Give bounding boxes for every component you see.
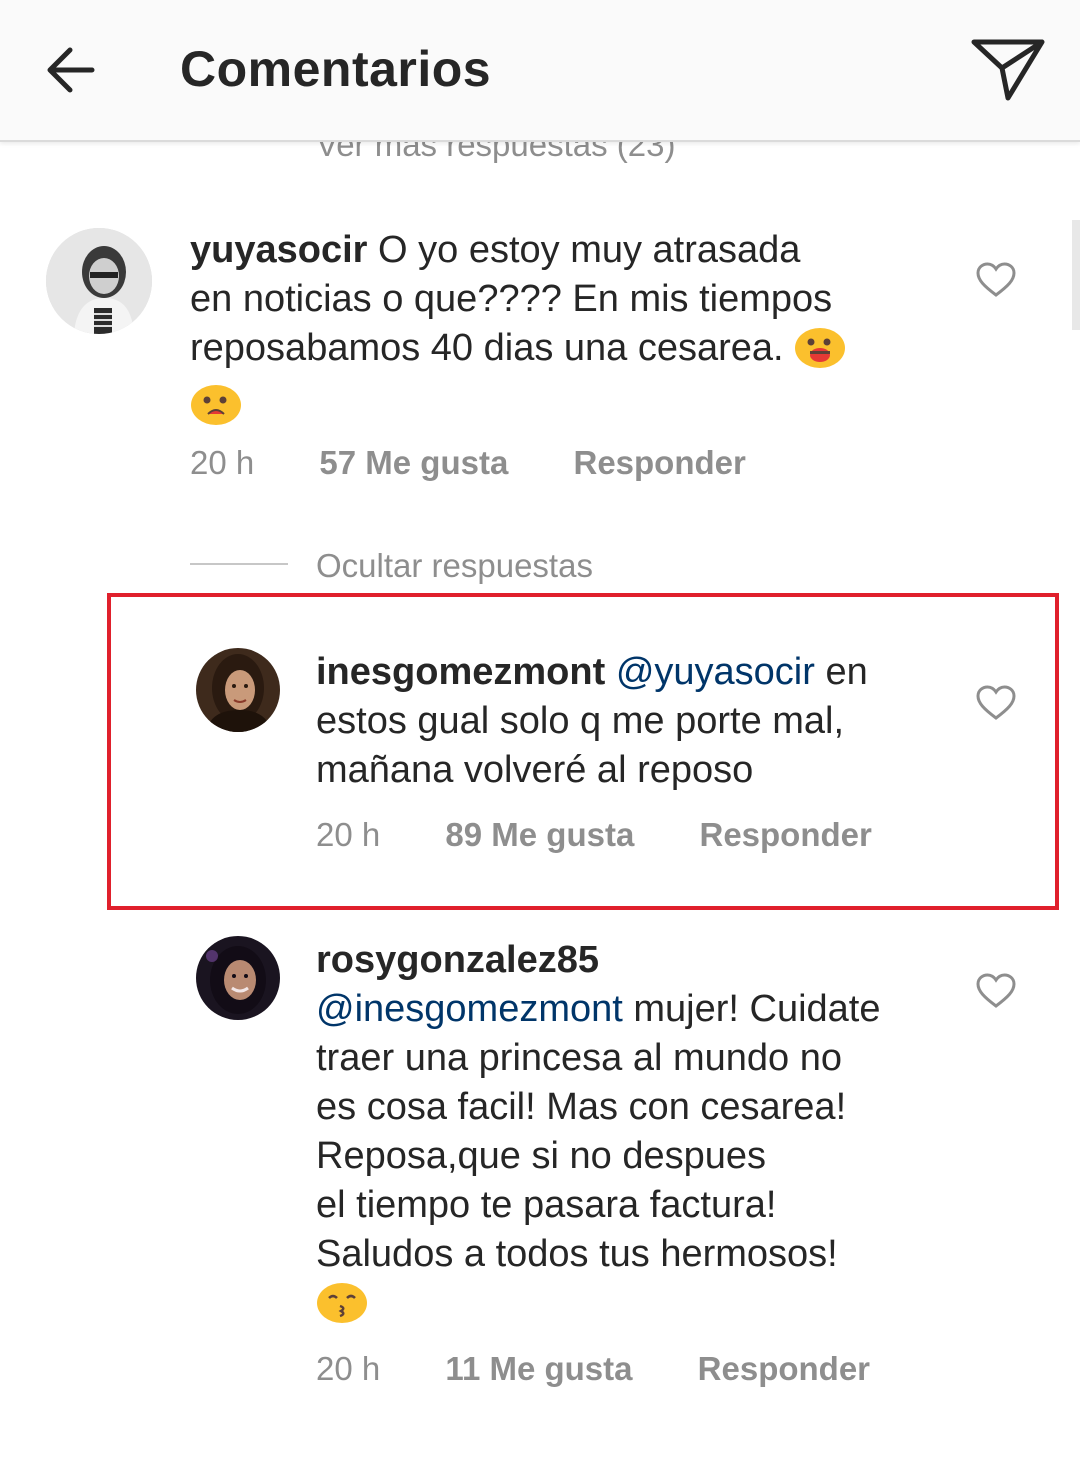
page-title: Comentarios	[180, 41, 492, 97]
avatar-rosygonzalez85[interactable]	[196, 936, 280, 1020]
avatar-inesgomezmont[interactable]	[196, 648, 280, 732]
comment-text-inesgomezmont: inesgomezmont @yuyasocir en estos gual s…	[316, 651, 868, 791]
likes-count-link[interactable]: 89 Me gusta	[445, 816, 634, 854]
username-rosygonzalez85[interactable]: rosygonzalez85	[316, 939, 599, 981]
reply-button[interactable]: Responder	[698, 1350, 870, 1388]
comment-time: 20 h	[190, 444, 255, 481]
reply-button[interactable]: Responder	[573, 444, 745, 482]
comment-text-rosygonzalez85: rosygonzalez85 @inesgomezmont mujer! Cui…	[316, 936, 966, 1336]
comment-time: 20 h	[316, 1350, 381, 1387]
scroll-indicator	[1072, 220, 1080, 330]
comment-meta-yuyasocir: 20 h 57 Me gusta Responder	[190, 444, 746, 482]
mention-link[interactable]: @inesgomezmont	[316, 988, 623, 1030]
kissing-face-emoji	[316, 1279, 368, 1336]
frowning-face-emoji	[190, 381, 242, 438]
like-heart-icon[interactable]	[976, 973, 1016, 1009]
username-yuyasocir[interactable]: yuyasocir	[190, 229, 367, 271]
comment-meta-inesgomezmont: 20 h 89 Me gusta Responder	[316, 816, 872, 854]
username-inesgomezmont[interactable]: inesgomezmont	[316, 651, 605, 693]
like-heart-icon[interactable]	[976, 262, 1016, 298]
reply-button[interactable]: Responder	[699, 816, 871, 854]
like-heart-icon[interactable]	[976, 685, 1016, 721]
thread-divider	[190, 563, 288, 565]
avatar-yuyasocir[interactable]	[46, 228, 152, 334]
paper-plane-icon[interactable]	[968, 34, 1048, 106]
comment-text-yuyasocir: yuyasocir O yo estoy muy atrasada en not…	[190, 226, 950, 438]
tongue-face-emoji	[794, 324, 846, 381]
top-bar: Comentarios	[0, 0, 1080, 142]
hide-replies-link[interactable]: Ocultar respuestas	[316, 547, 593, 585]
back-arrow-icon[interactable]	[40, 38, 104, 102]
comment-meta-rosygonzalez85: 20 h 11 Me gusta Responder	[316, 1350, 870, 1388]
likes-count-link[interactable]: 57 Me gusta	[319, 444, 508, 482]
likes-count-link[interactable]: 11 Me gusta	[445, 1350, 632, 1388]
mention-link[interactable]: @yuyasocir	[616, 651, 815, 693]
comment-time: 20 h	[316, 816, 381, 853]
